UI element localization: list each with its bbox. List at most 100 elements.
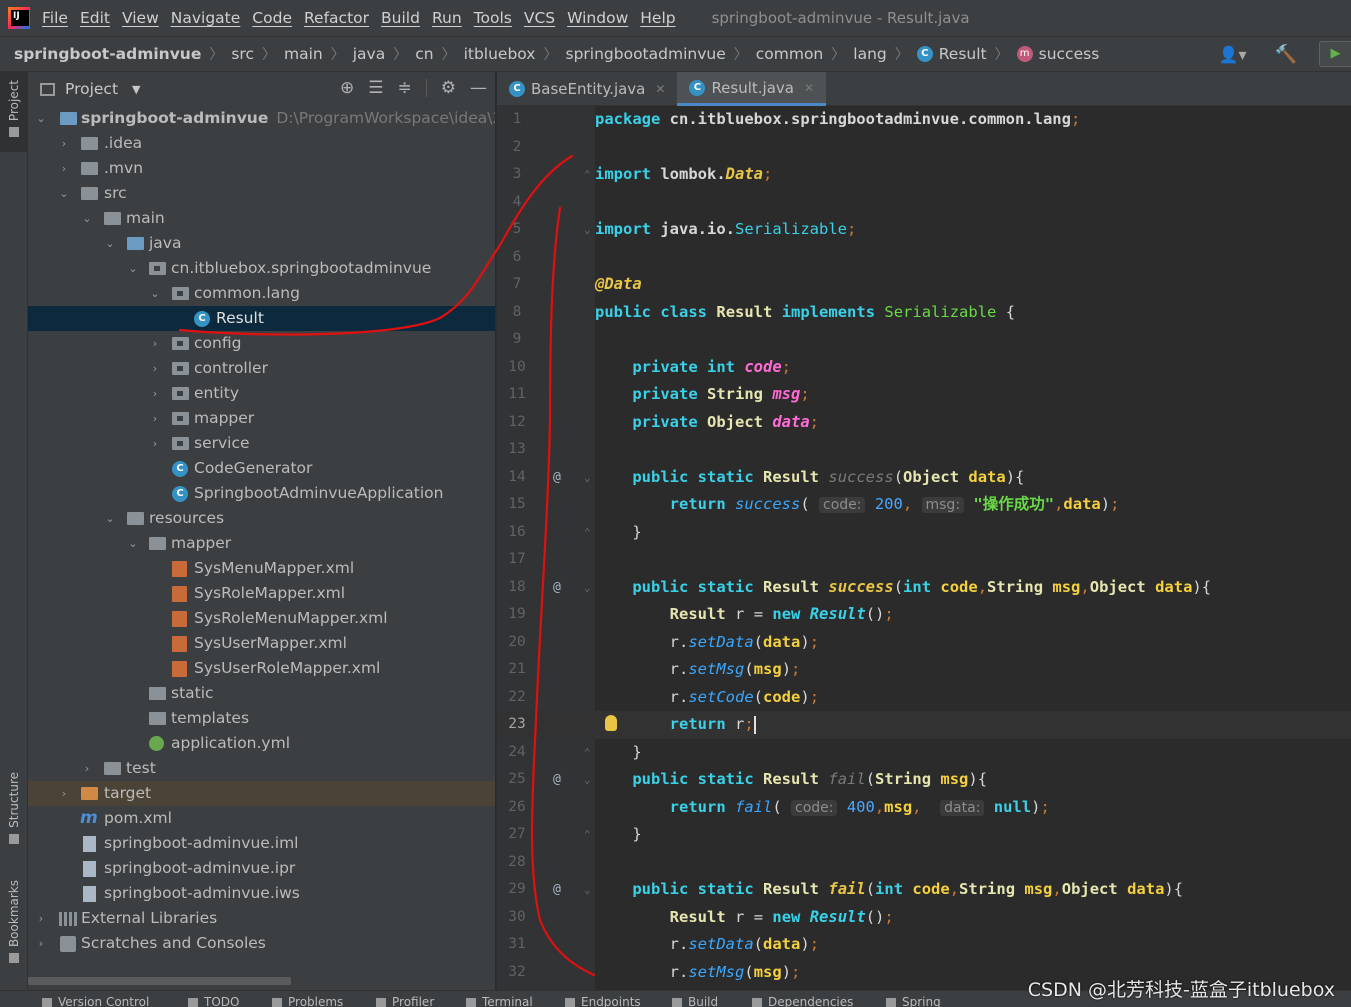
tree-item[interactable]: SysUserMapper.xml <box>28 631 495 656</box>
tree-item[interactable]: › .idea <box>28 131 495 156</box>
tool-tab-version-control[interactable]: Version Control <box>42 995 149 1007</box>
breadcrumb-item[interactable]: common <box>756 45 824 63</box>
menu-tools[interactable]: Tools <box>474 9 512 27</box>
tree-item[interactable]: SysRoleMenuMapper.xml <box>28 606 495 631</box>
close-icon[interactable]: ✕ <box>655 82 665 96</box>
project-view-selector[interactable]: Project <box>65 80 118 98</box>
chevron-down-icon[interactable]: ⌄ <box>126 531 140 556</box>
tool-tab-endpoints[interactable]: Endpoints <box>565 995 641 1007</box>
chevron-right-icon[interactable]: › <box>34 931 48 956</box>
tree-item[interactable]: › controller <box>28 356 495 381</box>
tree-item[interactable]: › Scratches and Consoles <box>28 931 495 956</box>
breadcrumb-item[interactable]: main <box>284 45 323 63</box>
fold-icon[interactable]: ⌄ <box>584 766 591 794</box>
menu-help[interactable]: Help <box>640 9 675 27</box>
breadcrumb-item[interactable]: itbluebox <box>464 45 536 63</box>
override-marker-icon[interactable]: @ <box>553 876 561 904</box>
user-dropdown-icon[interactable]: 👤▾ <box>1219 45 1247 64</box>
tree-item-project-root[interactable]: ⌄ springboot-adminvue D:\ProgramWorkspace… <box>28 106 495 131</box>
override-marker-icon[interactable]: @ <box>553 464 561 492</box>
tree-item[interactable]: ⌄ cn.itbluebox.springbootadminvue <box>28 256 495 281</box>
tree-item[interactable]: m pom.xml <box>28 806 495 831</box>
fold-icon[interactable]: ⌄ <box>584 574 591 602</box>
menu-view[interactable]: View <box>122 9 159 27</box>
fold-icon[interactable]: ⌄ <box>584 876 591 904</box>
tree-item[interactable]: › test <box>28 756 495 781</box>
fold-icon[interactable]: ⌄ <box>584 464 591 492</box>
tree-item[interactable]: ⌄ mapper <box>28 531 495 556</box>
menu-run[interactable]: Run <box>432 9 462 27</box>
chevron-down-icon[interactable]: ⌄ <box>126 256 140 281</box>
tree-item[interactable]: SysMenuMapper.xml <box>28 556 495 581</box>
override-marker-icon[interactable]: @ <box>553 574 561 602</box>
menu-build[interactable]: Build <box>381 9 420 27</box>
tree-item[interactable]: springboot-adminvue.iml <box>28 831 495 856</box>
fold-icon[interactable]: ⌃ <box>584 161 591 189</box>
breadcrumb-item[interactable]: java <box>353 45 385 63</box>
tool-tab-spring[interactable]: Spring <box>886 995 941 1007</box>
collapse-all-icon[interactable]: ≑ <box>398 78 412 98</box>
locate-file-icon[interactable]: ⊕ <box>340 78 354 98</box>
code-area[interactable]: 1 package cn.itbluebox.springbootadminvue… <box>497 106 1351 986</box>
breadcrumb-item-class[interactable]: C Result <box>916 45 987 63</box>
breadcrumb-item[interactable]: cn <box>415 45 433 63</box>
breadcrumb-item[interactable]: lang <box>853 45 886 63</box>
tree-item-selected[interactable]: C Result <box>28 306 495 331</box>
tree-item[interactable]: › target <box>28 781 495 806</box>
tree-item[interactable]: ⌄ src <box>28 181 495 206</box>
override-marker-icon[interactable]: @ <box>553 766 561 794</box>
menu-edit[interactable]: Edit <box>80 9 110 27</box>
tree-item[interactable]: SysRoleMapper.xml <box>28 581 495 606</box>
editor-tab-active[interactable]: C Result.java ✕ <box>677 72 827 106</box>
chevron-right-icon[interactable]: › <box>57 156 71 181</box>
tree-item[interactable]: application.yml <box>28 731 495 756</box>
tree-item[interactable]: ⌄ common.lang <box>28 281 495 306</box>
chevron-right-icon[interactable]: › <box>148 431 162 456</box>
tree-item[interactable]: C CodeGenerator <box>28 456 495 481</box>
tool-tab-structure[interactable]: Structure <box>0 772 27 864</box>
tree-item[interactable]: static <box>28 681 495 706</box>
chevron-right-icon[interactable]: › <box>57 131 71 156</box>
tool-tab-project[interactable]: Project <box>0 72 27 152</box>
tool-tab-bookmarks[interactable]: Bookmarks <box>0 880 27 978</box>
fold-icon[interactable]: ⌃ <box>584 821 591 849</box>
tool-tab-todo[interactable]: TODO <box>188 995 239 1007</box>
tree-item[interactable]: SysUserRoleMapper.xml <box>28 656 495 681</box>
menu-refactor[interactable]: Refactor <box>304 9 369 27</box>
menu-navigate[interactable]: Navigate <box>171 9 241 27</box>
chevron-down-icon[interactable]: ▼ <box>132 83 140 96</box>
breadcrumb-item[interactable]: src <box>231 45 254 63</box>
chevron-right-icon[interactable]: › <box>148 331 162 356</box>
chevron-right-icon[interactable]: › <box>148 381 162 406</box>
menu-code[interactable]: Code <box>252 9 292 27</box>
chevron-down-icon[interactable]: ⌄ <box>34 106 48 131</box>
tree-item[interactable]: ⌄ java <box>28 231 495 256</box>
tree-item[interactable]: › config <box>28 331 495 356</box>
chevron-down-icon[interactable]: ⌄ <box>57 181 71 206</box>
tool-tab-profiler[interactable]: Profiler <box>376 995 434 1007</box>
chevron-down-icon[interactable]: ⌄ <box>103 506 117 531</box>
fold-icon[interactable]: ⌃ <box>584 519 591 547</box>
tree-item[interactable]: C SpringbootAdminvueApplication <box>28 481 495 506</box>
horizontal-scrollbar[interactable] <box>28 977 291 985</box>
close-icon[interactable]: ✕ <box>804 81 814 95</box>
editor-tab[interactable]: C BaseEntity.java ✕ <box>497 72 677 106</box>
fold-icon[interactable]: ⌃ <box>584 739 591 767</box>
chevron-down-icon[interactable]: ⌄ <box>148 281 162 306</box>
fold-icon[interactable]: ⌄ <box>584 216 591 244</box>
breadcrumb-item-method[interactable]: m success <box>1016 45 1099 63</box>
tree-item[interactable]: › External Libraries <box>28 906 495 931</box>
tool-tab-build[interactable]: Build <box>672 995 718 1007</box>
run-config-icon[interactable]: ▶ <box>1319 41 1351 67</box>
tree-item[interactable]: ⌄ resources <box>28 506 495 531</box>
menu-file[interactable]: File <box>42 9 68 27</box>
chevron-down-icon[interactable]: ⌄ <box>103 231 117 256</box>
chevron-right-icon[interactable]: › <box>34 906 48 931</box>
tree-item[interactable]: ⌄ main <box>28 206 495 231</box>
chevron-right-icon[interactable]: › <box>57 781 71 806</box>
hide-panel-icon[interactable]: — <box>470 78 487 98</box>
chevron-down-icon[interactable]: ⌄ <box>80 206 94 231</box>
expand-all-icon[interactable]: ☰ <box>368 78 383 98</box>
tree-item[interactable]: springboot-adminvue.ipr <box>28 856 495 881</box>
chevron-right-icon[interactable]: › <box>148 406 162 431</box>
